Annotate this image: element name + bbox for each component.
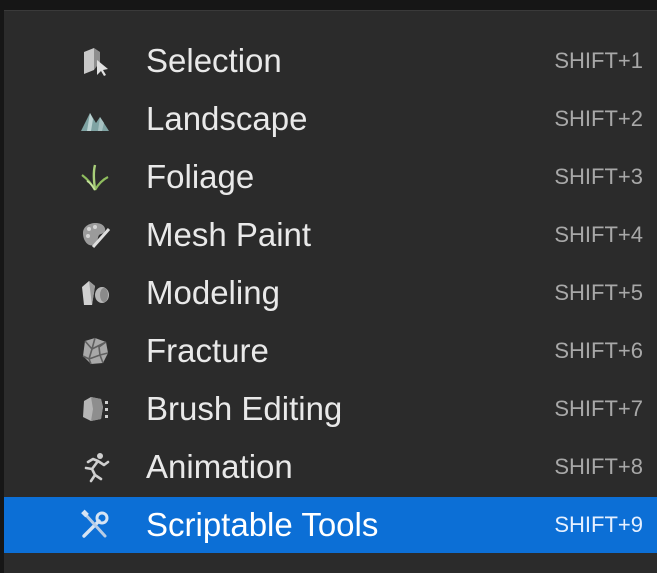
menu-item-modeling[interactable]: Modeling SHIFT+5 [4, 265, 657, 321]
menu-item-label: Selection [146, 42, 282, 79]
menu-item-shortcut: SHIFT+6 [554, 338, 643, 363]
menu-item-mesh-paint[interactable]: Mesh Paint SHIFT+4 [4, 207, 657, 263]
editor-frame: Selection SHIFT+1 Landscape SHIFT+2 Foli… [0, 0, 657, 573]
menu-item-foliage[interactable]: Foliage SHIFT+3 [4, 149, 657, 205]
menu-item-shortcut: SHIFT+8 [554, 454, 643, 479]
menu-item-shortcut: SHIFT+3 [554, 164, 643, 189]
menu-item-scriptable-tools[interactable]: Scriptable Tools SHIFT+9 [4, 497, 657, 553]
menu-item-shortcut: SHIFT+2 [554, 106, 643, 131]
mode-menu: Selection SHIFT+1 Landscape SHIFT+2 Foli… [4, 10, 657, 573]
menu-item-label: Landscape [146, 100, 308, 137]
menu-item-label: Scriptable Tools [146, 506, 379, 543]
menu-item-shortcut: SHIFT+7 [554, 396, 643, 421]
menu-item-label: Brush Editing [146, 390, 343, 427]
menu-item-shortcut: SHIFT+4 [554, 222, 643, 247]
menu-item-fracture[interactable]: Fracture SHIFT+6 [4, 323, 657, 379]
mesh-paint-icon [78, 218, 112, 252]
menu-item-shortcut: SHIFT+5 [554, 280, 643, 305]
animation-icon [78, 450, 112, 484]
menu-item-shortcut: SHIFT+9 [554, 512, 643, 537]
menu-item-label: Modeling [146, 274, 280, 311]
fracture-icon [78, 334, 112, 368]
brush-editing-icon [78, 392, 112, 426]
menu-item-label: Mesh Paint [146, 216, 312, 253]
modeling-icon [78, 276, 112, 310]
menu-item-animation[interactable]: Animation SHIFT+8 [4, 439, 657, 495]
menu-item-label: Animation [146, 448, 293, 485]
scriptable-tools-icon [78, 508, 112, 542]
foliage-icon [78, 160, 112, 194]
menu-item-selection[interactable]: Selection SHIFT+1 [4, 33, 657, 89]
menu-item-brush-editing[interactable]: Brush Editing SHIFT+7 [4, 381, 657, 437]
landscape-icon [78, 102, 112, 136]
menu-item-label: Foliage [146, 158, 255, 195]
menu-item-shortcut: SHIFT+1 [554, 48, 643, 73]
menu-item-landscape[interactable]: Landscape SHIFT+2 [4, 91, 657, 147]
menu-item-label: Fracture [146, 332, 269, 369]
selection-icon [78, 44, 112, 78]
